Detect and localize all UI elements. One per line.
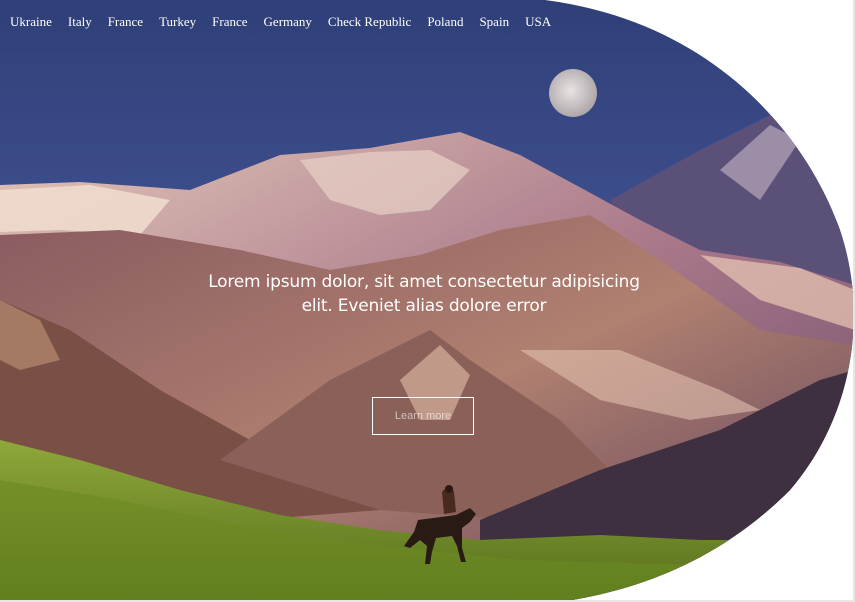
nav-item-france-2[interactable]: France xyxy=(212,14,247,30)
nav-item-ukraine[interactable]: Ukraine xyxy=(10,14,52,30)
nav-item-check-republic[interactable]: Check Republic xyxy=(328,14,411,30)
nav-item-poland[interactable]: Poland xyxy=(427,14,463,30)
learn-more-button[interactable]: Learn more xyxy=(372,397,474,435)
moon xyxy=(549,69,597,117)
hero-headline: Lorem ipsum dolor, sit amet consectetur … xyxy=(208,272,640,316)
nav-item-germany[interactable]: Germany xyxy=(264,14,312,30)
nav-item-usa[interactable]: USA xyxy=(525,14,551,30)
nav-item-italy[interactable]: Italy xyxy=(68,14,92,30)
nav-item-turkey[interactable]: Turkey xyxy=(159,14,196,30)
top-navigation: Ukraine Italy France Turkey France Germa… xyxy=(10,14,567,30)
nav-item-france[interactable]: France xyxy=(108,14,143,30)
nav-item-spain[interactable]: Spain xyxy=(479,14,509,30)
